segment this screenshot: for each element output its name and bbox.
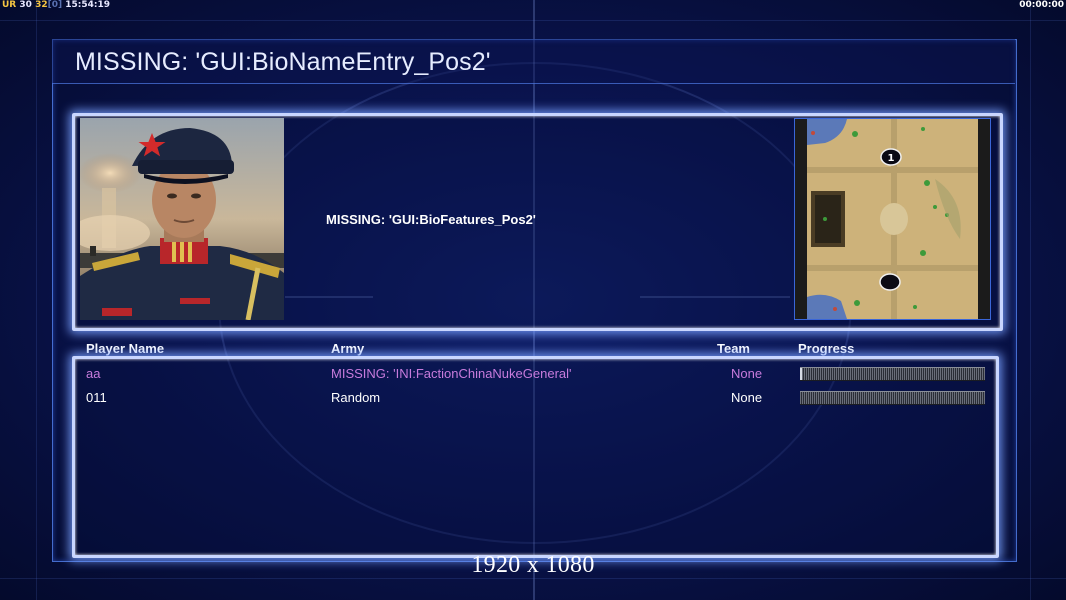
resolution-label: 1920 x 1080 xyxy=(471,552,595,578)
map-preview-image: 1 xyxy=(795,119,990,319)
loading-progress-fill xyxy=(800,368,802,380)
player-name: aa xyxy=(86,366,101,381)
map-preview: 1 xyxy=(794,118,991,320)
game-timer: 00:00:00 xyxy=(1019,0,1064,10)
hud-ur-label: UR xyxy=(2,0,17,10)
header-progress: Progress xyxy=(798,341,855,356)
loading-progress-bar xyxy=(800,391,985,405)
header-player-name: Player Name xyxy=(86,341,165,356)
grid-line xyxy=(0,20,1066,21)
player-name: 011 xyxy=(86,390,107,405)
header-team: Team xyxy=(717,341,750,356)
loading-progress-bar xyxy=(800,367,985,381)
bio-features-text: MISSING: 'GUI:BioFeatures_Pos2' xyxy=(326,212,536,227)
grid-line xyxy=(1030,0,1031,600)
general-portrait-image xyxy=(80,118,284,320)
start-position-marker[interactable]: 1 xyxy=(880,148,902,166)
player-team: None xyxy=(731,390,763,405)
player-army: MISSING: 'INI:FactionChinaNukeGeneral' xyxy=(331,366,572,381)
start-position-marker[interactable] xyxy=(879,273,901,291)
hud-value-a: 30 xyxy=(19,0,32,10)
start-position-label: 1 xyxy=(888,153,895,164)
player-team: None xyxy=(731,366,763,381)
player-list-panel xyxy=(72,356,999,558)
fps-counter: UR 30 32[0] 15:54:19 xyxy=(2,0,110,12)
hud-clock: 15:54:19 xyxy=(65,0,111,10)
page-title: MISSING: 'GUI:BioNameEntry_Pos2' xyxy=(75,48,491,76)
grid-line xyxy=(36,0,37,600)
player-army: Random xyxy=(331,390,381,405)
hud-value-b: 32 xyxy=(35,0,48,10)
general-portrait xyxy=(80,118,284,320)
hud-value-c: [0] xyxy=(47,0,63,10)
header-army: Army xyxy=(331,341,365,356)
